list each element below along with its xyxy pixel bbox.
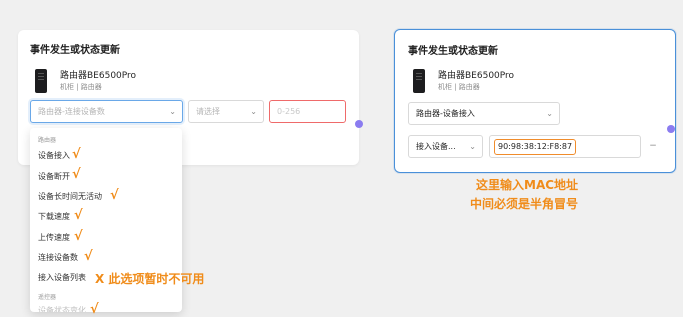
right-trigger-card: 事件发生或状态更新 路由器BE6500Pro 机柜 | 路由器 路由器-设备接入… (394, 29, 676, 173)
mac-address-value: 90:98:38:12:F8:87 (494, 139, 577, 155)
check-mark-annotation: √ (74, 229, 83, 244)
device-name: 路由器BE6500Pro (60, 71, 137, 81)
dropdown-item[interactable]: 设备长时间无活动 (38, 190, 102, 204)
check-mark-annotation: √ (72, 167, 81, 182)
chevron-down-icon: ⌄ (250, 107, 257, 116)
remove-icon[interactable]: − (648, 141, 658, 151)
router-device-icon (35, 69, 47, 93)
colon-hint-annotation: 中间必须是半角冒号 (470, 197, 579, 211)
device-name: 路由器BE6500Pro (438, 71, 515, 81)
event-select-value: 路由器-设备接入 (416, 109, 475, 118)
dropdown-group-label: 路由器 (38, 137, 57, 144)
dropdown-item[interactable]: 上传速度 (38, 231, 70, 245)
dropdown-item[interactable]: 接入设备列表 (38, 271, 86, 285)
event-select-value: 路由器-连接设备数 (38, 107, 105, 116)
chevron-down-icon: ⌄ (469, 142, 476, 151)
event-select[interactable]: 路由器-设备接入 ⌄ (408, 102, 560, 125)
check-mark-annotation: √ (84, 249, 93, 264)
chevron-down-icon: ⌄ (546, 109, 553, 118)
check-mark-annotation: √ (110, 188, 119, 203)
value-input[interactable]: 0-256 (269, 100, 346, 123)
value-input-placeholder: 0-256 (277, 107, 301, 116)
operator-select[interactable]: 请选择 ⌄ (188, 100, 264, 123)
dropdown-item[interactable]: 下载速度 (38, 210, 70, 224)
check-mark-annotation: √ (72, 147, 81, 162)
check-mark-annotation: √ (90, 302, 99, 317)
router-device-icon (413, 69, 425, 93)
operator-select-placeholder: 请选择 (196, 107, 220, 116)
card-title: 事件发生或状态更新 (408, 46, 498, 57)
card-title: 事件发生或状态更新 (30, 45, 120, 56)
mac-hint-annotation: 这里输入MAC地址 (476, 178, 579, 192)
device-category: 机柜 | 路由器 (60, 83, 102, 91)
connector-handle[interactable] (667, 125, 675, 133)
chevron-down-icon: ⌄ (169, 107, 176, 116)
dropdown-item[interactable]: 连接设备数 (38, 251, 78, 265)
dropdown-group-label: 遥控器 (38, 294, 57, 301)
dropdown-item[interactable]: 设备接入 (38, 149, 70, 163)
dropdown-item[interactable]: 设备断开 (38, 170, 70, 184)
event-select[interactable]: 路由器-连接设备数 ⌄ (30, 100, 183, 123)
connector-handle[interactable] (355, 120, 363, 128)
operator-select-value: 接入设备... (416, 142, 456, 151)
check-mark-annotation: √ (74, 208, 83, 223)
unavailable-annotation: X 此选项暂时不可用 (95, 272, 205, 286)
dropdown-item-partial[interactable]: 设备状态变化 (38, 304, 86, 312)
device-category: 机柜 | 路由器 (438, 83, 480, 91)
operator-select[interactable]: 接入设备... ⌄ (408, 135, 483, 158)
